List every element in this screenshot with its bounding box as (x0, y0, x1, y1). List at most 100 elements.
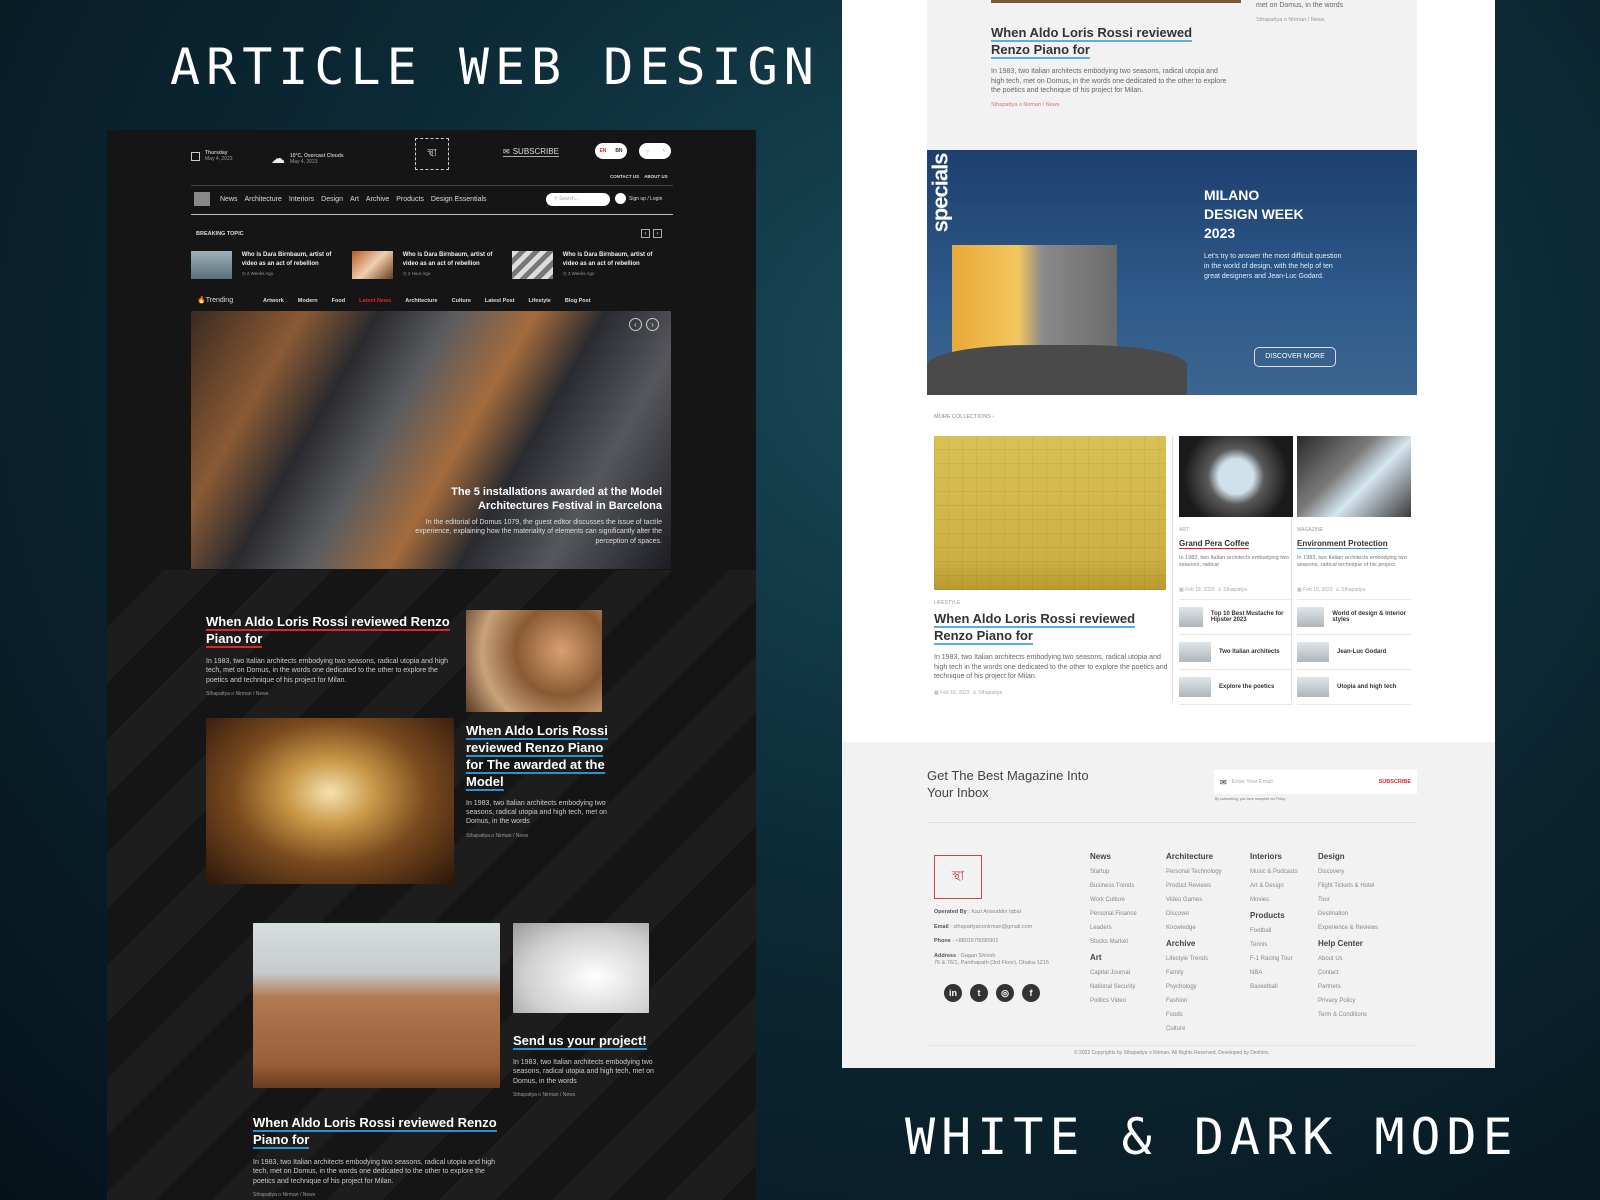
article-title[interactable]: When Aldo Loris Rossi reviewed Renzo Pia… (253, 1115, 497, 1149)
more-collections-link[interactable]: MORE COLLECTIONS › (934, 414, 994, 420)
linkedin-icon[interactable]: in (944, 984, 962, 1002)
facebook-icon[interactable]: f (1022, 984, 1040, 1002)
newsletter-email-input[interactable]: ✉ Enter Your Email SUBSCRIBE (1214, 770, 1417, 794)
hero-prev-icon[interactable]: ‹ (629, 318, 642, 331)
article-title[interactable]: When Aldo Loris Rossi reviewed Renzo Pia… (466, 723, 608, 791)
nav-art[interactable]: Art (350, 196, 359, 203)
nav-news[interactable]: News (220, 196, 238, 203)
footer-link[interactable]: Experience & Reviews (1318, 925, 1378, 931)
collection-title[interactable]: Grand Pera Coffee (1179, 539, 1250, 549)
footer-link[interactable]: Personal Technology (1166, 869, 1222, 875)
nav-products[interactable]: Products (396, 196, 424, 203)
footer-link[interactable]: Foods (1166, 1012, 1222, 1018)
collection-image[interactable] (1297, 436, 1411, 517)
list-item[interactable]: Two Italian architects (1179, 635, 1293, 670)
article-title[interactable]: Send us your project! (513, 1033, 647, 1050)
breaking-title[interactable]: Who is Dara Birnbaum, artist of video as… (563, 251, 662, 269)
footer-link[interactable]: Discovery (1318, 869, 1378, 875)
site-logo[interactable]: স্থা (415, 138, 449, 170)
trending-tag[interactable]: Lifestyle (529, 298, 551, 304)
footer-link[interactable]: Art & Design (1250, 883, 1298, 889)
footer-link[interactable]: Family (1166, 970, 1222, 976)
footer-link[interactable]: Business Trends (1090, 883, 1137, 889)
footer-link[interactable]: Work Culture (1090, 897, 1137, 903)
list-item[interactable]: World of design & Interior styles (1297, 600, 1411, 635)
list-item[interactable]: Explore the poetics (1179, 670, 1293, 705)
lang-en[interactable]: EN (599, 148, 606, 154)
hero-next-icon[interactable]: › (646, 318, 659, 331)
newsletter-subscribe-button[interactable]: SUBSCRIBE (1379, 779, 1411, 785)
list-item[interactable]: Jean-Luc Godard (1297, 635, 1411, 670)
lang-bn[interactable]: BN (615, 148, 622, 154)
instagram-icon[interactable]: ◎ (996, 984, 1014, 1002)
breaking-title[interactable]: Who is Dara Birnbaum, artist of video as… (242, 251, 341, 269)
collection-title[interactable]: Environment Protection (1297, 539, 1388, 549)
breaking-item[interactable]: Who is Dara Birnbaum, artist of video as… (191, 251, 341, 279)
footer-link[interactable]: Tennis (1250, 942, 1298, 948)
breaking-item[interactable]: Who is Dara Birnbaum, artist of video as… (512, 251, 662, 279)
art-drawing-image[interactable] (466, 610, 602, 712)
footer-link[interactable]: Stocks Market (1090, 939, 1137, 945)
footer-link[interactable]: Destination (1318, 911, 1378, 917)
footer-link[interactable]: Culture (1166, 1026, 1222, 1032)
prev-arrow-icon[interactable]: ‹ (641, 229, 650, 238)
yellow-architecture-image[interactable] (934, 436, 1166, 590)
trending-tag[interactable]: Modern (298, 298, 318, 304)
footer-link[interactable]: Flight Tickets & Hotel (1318, 883, 1378, 889)
theme-toggle[interactable]: ☼ ◔ (639, 143, 671, 159)
footer-link[interactable]: Privacy Policy (1318, 998, 1378, 1004)
footer-link[interactable]: F-1 Racing Tour (1250, 956, 1298, 962)
dome-image[interactable] (206, 718, 454, 884)
footer-link[interactable]: Knowledge (1166, 925, 1222, 931)
nav-interiors[interactable]: Interiors (289, 196, 314, 203)
twitter-icon[interactable]: t (970, 984, 988, 1002)
tomb-image[interactable] (253, 923, 500, 1088)
nav-logo[interactable] (194, 192, 210, 206)
corridor-image[interactable] (513, 923, 649, 1013)
footer-link[interactable]: Capital Journal (1090, 970, 1137, 976)
footer-link[interactable]: Fashion (1166, 998, 1222, 1004)
footer-link[interactable]: Psychology (1166, 984, 1222, 990)
hero-title[interactable]: The 5 installations awarded at the Model… (387, 485, 662, 514)
subscribe-link[interactable]: ✉ SUBSCRIBE (503, 147, 559, 157)
footer-link[interactable]: NBA (1250, 970, 1298, 976)
discover-more-button[interactable]: DISCOVER MORE (1254, 347, 1336, 367)
footer-link[interactable]: Football (1250, 928, 1298, 934)
footer-link[interactable]: Politics Video (1090, 998, 1137, 1004)
footer-link[interactable]: Product Reviews (1166, 883, 1222, 889)
contact-email[interactable]: sthapattyanonirman@gmail.com (953, 924, 1032, 930)
trending-tag[interactable]: Artwork (263, 298, 284, 304)
trending-tag[interactable]: Latest Post (485, 298, 515, 304)
footer-link[interactable]: Discover (1166, 911, 1222, 917)
footer-link[interactable]: National Security (1090, 984, 1137, 990)
next-arrow-icon[interactable]: › (653, 229, 662, 238)
trending-tag[interactable]: Food (332, 298, 345, 304)
about-us-link[interactable]: ABOUT US (644, 174, 668, 179)
search-input[interactable]: ⚲ Search... (546, 193, 610, 206)
footer-link[interactable]: Movies (1250, 897, 1298, 903)
contact-us-link[interactable]: CONTACT US (610, 174, 639, 179)
footer-link[interactable]: Leaders (1090, 925, 1137, 931)
nav-architecture[interactable]: Architecture (245, 196, 282, 203)
footer-link[interactable]: Tour (1318, 897, 1378, 903)
footer-link[interactable]: Personal Finance (1090, 911, 1137, 917)
footer-link[interactable]: Music & Podcasts (1250, 869, 1298, 875)
footer-link[interactable]: Lifestyle Trends (1166, 956, 1222, 962)
article-title[interactable]: When Aldo Loris Rossi reviewed Renzo Pia… (991, 25, 1193, 59)
footer-link[interactable]: Partners (1318, 984, 1378, 990)
collection-image[interactable] (1179, 436, 1293, 517)
footer-link[interactable]: Contact (1318, 970, 1378, 976)
trending-tag[interactable]: Latest News (359, 298, 391, 304)
nav-design-essentials[interactable]: Design Essentials (431, 196, 487, 203)
breaking-title[interactable]: Who is Dara Birnbaum, artist of video as… (403, 251, 502, 269)
article-title[interactable]: When Aldo Loris Rossi reviewed Renzo Pia… (206, 614, 450, 648)
footer-link[interactable]: Startup (1090, 869, 1137, 875)
language-toggle[interactable]: EN BN (595, 143, 627, 159)
footer-link[interactable]: Video Games (1166, 897, 1222, 903)
breaking-item[interactable]: Who is Dara Birnbaum, artist of video as… (352, 251, 502, 279)
feature-title[interactable]: When Aldo Loris Rossi reviewed Renzo Pia… (934, 611, 1136, 645)
nav-archive[interactable]: Archive (366, 196, 389, 203)
top-article-image[interactable] (991, 0, 1241, 3)
footer-link[interactable]: Basketball (1250, 984, 1298, 990)
list-item[interactable]: Utopia and high tech (1297, 670, 1411, 705)
